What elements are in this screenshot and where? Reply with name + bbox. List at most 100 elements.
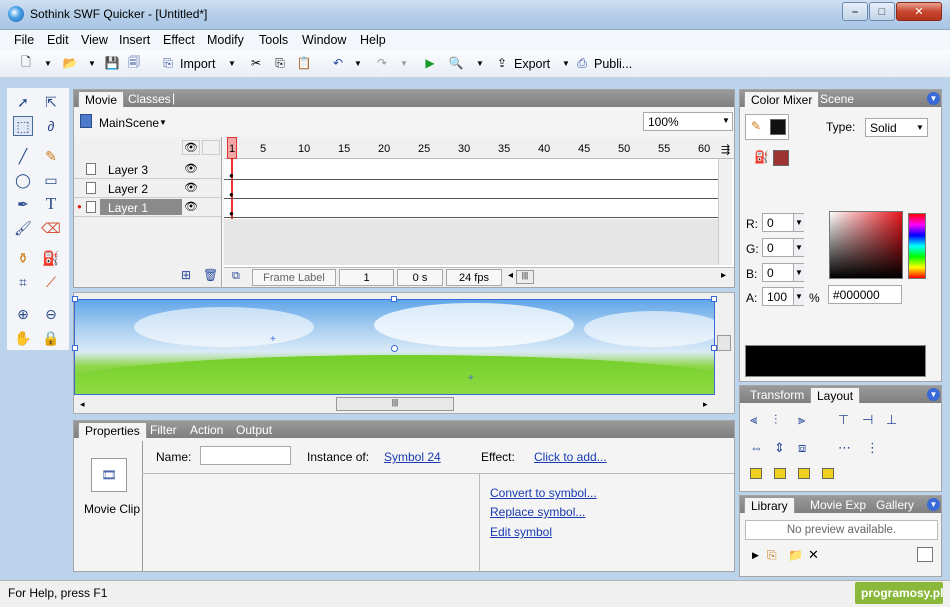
paste-icon[interactable]: 📋	[296, 55, 312, 71]
convert-to-symbol-link[interactable]: Convert to symbol...	[490, 486, 597, 500]
tab-movie-explorer[interactable]: Movie Exp	[804, 497, 872, 513]
tab-classes[interactable]: Classes	[122, 91, 177, 107]
import-dropdown-icon[interactable]: ▼	[224, 55, 240, 71]
align-middle-v-icon[interactable]: ⊣	[862, 412, 873, 428]
menu-help[interactable]: Help	[360, 33, 386, 47]
hscroll-thumb[interactable]: |||	[516, 270, 534, 284]
distribute-h-icon[interactable]: ⋯	[838, 440, 851, 456]
expand-arrow-icon[interactable]: ▶	[752, 550, 759, 561]
tab-scene[interactable]: Scene	[814, 91, 860, 107]
play-icon[interactable]: ▶	[422, 55, 438, 71]
gradient-transform-icon[interactable]: ⌗	[13, 272, 33, 292]
export-dropdown-icon[interactable]: ▼	[558, 55, 574, 71]
eye-icon[interactable]: 👁	[184, 162, 198, 175]
scene-dropdown-icon[interactable]: ▼	[159, 118, 167, 127]
menu-file[interactable]: File	[14, 33, 34, 47]
panel-menu-icon[interactable]: ▼	[927, 388, 940, 401]
add-effect-link[interactable]: Click to add...	[534, 450, 607, 464]
menu-window[interactable]: Window	[302, 33, 346, 47]
paint-bucket-icon[interactable]: ⛽	[41, 248, 61, 268]
layer-row[interactable]: Layer 3 👁	[74, 160, 221, 179]
maximize-button[interactable]: □	[869, 2, 895, 21]
open-folder-icon[interactable]: 📂	[62, 55, 78, 71]
rectangle-tool-icon[interactable]: ▭	[41, 170, 61, 190]
eraser-icon[interactable]: ⌫	[41, 218, 61, 238]
selection-handle[interactable]	[391, 296, 397, 302]
stage-scroll-right-icon[interactable]: ▸	[703, 399, 708, 410]
publish-icon[interactable]: ⎙	[574, 55, 590, 71]
bring-to-front-icon[interactable]	[750, 468, 762, 479]
minimize-button[interactable]: –	[842, 2, 868, 21]
copy-icon[interactable]: ⎘	[272, 55, 288, 71]
tab-gallery[interactable]: Gallery	[870, 497, 920, 513]
symbol-link[interactable]: Symbol 24	[384, 450, 441, 464]
color-picker-field[interactable]	[829, 211, 903, 279]
stage-vscroll-thumb[interactable]	[717, 335, 731, 351]
send-to-back-icon[interactable]	[822, 468, 834, 479]
frame-label-field[interactable]: Frame Label	[252, 269, 336, 286]
hue-slider[interactable]	[908, 213, 926, 279]
keyframe[interactable]: ●	[229, 190, 234, 199]
library-options-icon[interactable]	[917, 547, 933, 562]
selection-handle[interactable]	[711, 296, 717, 302]
send-backward-icon[interactable]	[798, 468, 810, 479]
scroll-left-icon[interactable]: ◂	[508, 270, 513, 281]
timeline-menu-icon[interactable]: ⇶	[721, 143, 730, 156]
cut-icon[interactable]: ✂	[248, 55, 264, 71]
preview-dropdown-icon[interactable]: ▼	[472, 55, 488, 71]
alpha-dropdown-icon[interactable]: ▼	[793, 288, 804, 305]
preview-icon[interactable]: 🔍	[448, 55, 464, 71]
instance-name-input[interactable]	[200, 446, 291, 465]
align-top-icon[interactable]: ⊤	[838, 412, 849, 428]
eyedropper-icon[interactable]: ⟋	[41, 272, 61, 292]
export-button[interactable]: Export	[514, 57, 550, 71]
line-tool-icon[interactable]: ╱	[13, 146, 33, 166]
eye-icon[interactable]: 👁	[184, 200, 198, 213]
undo-dropdown-icon[interactable]: ▼	[350, 55, 366, 71]
panel-menu-icon[interactable]: ▼	[927, 498, 940, 511]
frame-ruler[interactable]: 1 5 10 15 20 25 30 35 40 45 50 55 60 ⇶	[224, 137, 734, 159]
transform-center[interactable]	[391, 345, 398, 352]
timeline-vscrollbar[interactable]	[718, 159, 732, 265]
distribute-v-icon[interactable]: ⋮	[866, 440, 879, 456]
stage-scroll-left-icon[interactable]: ◂	[80, 399, 85, 410]
add-layer-icon[interactable]: ⊞	[181, 268, 191, 282]
new-folder-icon[interactable]: 📁	[788, 548, 803, 562]
hand-tool-icon[interactable]: ✋	[13, 328, 33, 348]
align-bottom-icon[interactable]: ⊥	[886, 412, 897, 428]
undo-icon[interactable]: ↶	[330, 55, 346, 71]
tab-movie[interactable]: Movie	[78, 91, 125, 107]
delete-symbol-icon[interactable]: ✕	[808, 547, 819, 563]
outline-header-icon[interactable]	[202, 140, 220, 155]
scroll-right-icon[interactable]: ▸	[721, 270, 726, 281]
center-frame-icon[interactable]: ⧉	[232, 270, 240, 283]
layer-row-selected[interactable]: ● Layer 1 👁	[74, 198, 221, 217]
menu-modify[interactable]: Modify	[207, 33, 244, 47]
align-left-icon[interactable]: ⫷	[750, 412, 757, 428]
lasso-icon[interactable]: ∂	[41, 116, 61, 136]
pencil-icon[interactable]: ✎	[41, 146, 61, 166]
tab-transform[interactable]: Transform	[744, 387, 810, 403]
zoom-select[interactable]: 100%	[643, 112, 733, 131]
stroke-color-group[interactable]: ✎	[745, 114, 789, 140]
frame-rate[interactable]: 24 fps	[446, 269, 502, 286]
close-button[interactable]: ✕	[896, 2, 942, 21]
align-right-icon[interactable]: ⫸	[798, 412, 805, 428]
selection-handle[interactable]	[72, 345, 78, 351]
tab-output[interactable]: Output	[230, 422, 278, 438]
green-dropdown-icon[interactable]: ▼	[793, 239, 804, 256]
transform-tool-icon[interactable]: ⬚	[13, 116, 33, 136]
tab-color-mixer[interactable]: Color Mixer	[744, 91, 820, 107]
scene-selector[interactable]: MainScene	[99, 116, 159, 130]
layer-row[interactable]: Layer 2 👁	[74, 179, 221, 198]
menu-insert[interactable]: Insert	[119, 33, 150, 47]
subselect-arrow-icon[interactable]: ⇱	[41, 92, 61, 112]
stage-area[interactable]: + + ◂ ||| ▸	[72, 292, 735, 414]
zoom-in-icon[interactable]: ⊕	[13, 304, 33, 324]
keyframe[interactable]: ●	[229, 171, 234, 180]
pen-tool-icon[interactable]: ✒	[13, 194, 33, 214]
match-size-icon[interactable]: ⧈	[798, 440, 806, 456]
eye-header-icon[interactable]: 👁	[182, 140, 200, 155]
eye-icon[interactable]: 👁	[184, 181, 198, 194]
hex-color-input[interactable]: #000000	[828, 285, 902, 304]
